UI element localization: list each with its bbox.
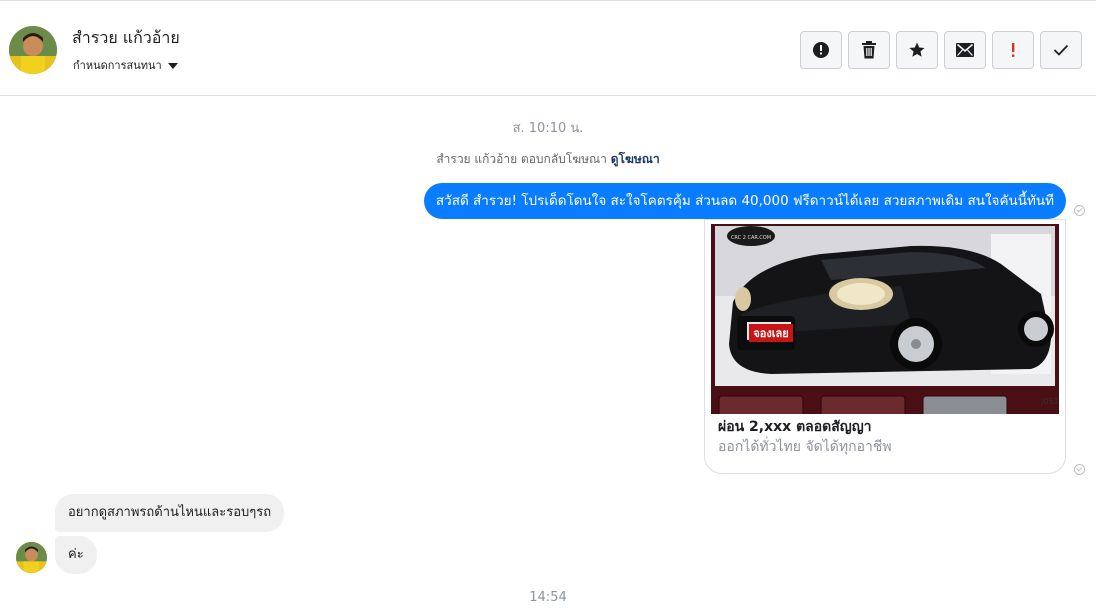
delete-button[interactable]	[848, 31, 890, 69]
caret-down-icon	[167, 62, 178, 69]
contact-avatar[interactable]	[9, 26, 57, 74]
reserve-badge: จองเลย	[753, 327, 788, 340]
report-spam-button[interactable]	[800, 31, 842, 69]
star-button[interactable]	[896, 31, 938, 69]
mark-unread-button[interactable]	[944, 31, 986, 69]
view-ad-link[interactable]: ดูโฆษณา	[611, 152, 660, 166]
outgoing-message-bubble: สวัสดี สำรวย! โปรเด็ดโดนใจ สะใจโคตรคุ้ม …	[423, 183, 1066, 219]
ad-preview-card[interactable]: CRC 2 CAR.COM จองเลย J051 ผ่อน 2,xxx ตลอ…	[704, 219, 1066, 474]
conversation-toolbar	[800, 31, 1082, 69]
follow-up-button[interactable]	[992, 31, 1034, 69]
exclamation-icon	[1012, 43, 1015, 57]
incoming-message-bubble: ค่ะ	[55, 536, 97, 574]
conversation-header: สำรวย แก้วอ้าย กำหนดการสนทนา	[0, 0, 1096, 96]
message-timestamp: 14:54	[529, 590, 567, 605]
assign-label: กำหนดการสนทนา	[73, 59, 162, 72]
envelope-icon	[956, 43, 974, 57]
ad-subtitle: ออกได้ทั่วไทย จัดได้ทุกอาชีพ	[718, 439, 892, 455]
message-timestamp: ส. 10:10 น.	[512, 121, 584, 136]
ad-reply-notice: สำรวย แก้วอ้าย ตอบกลับโฆษณา ดูโฆษณา	[0, 150, 1096, 169]
stock-code: J051	[1040, 397, 1059, 406]
dealer-logo: CRC 2 CAR.COM	[731, 235, 771, 241]
contact-name: สำรวย แก้วอ้าย	[72, 28, 180, 47]
trash-icon	[862, 41, 876, 59]
check-icon	[1053, 44, 1069, 56]
ad-title: ผ่อน 2,xxx ตลอดสัญญา	[718, 419, 872, 435]
delivered-check-icon	[1074, 205, 1085, 216]
delivered-check-icon	[1074, 464, 1085, 475]
incoming-message-bubble: อยากดูสภาพรถด้านไหนและรอบๆรถ	[55, 494, 285, 532]
assign-conversation-dropdown[interactable]: กำหนดการสนทนา	[73, 56, 178, 74]
ad-reply-text: สำรวย แก้วอ้าย ตอบกลับโฆษณา	[436, 152, 607, 166]
car-ad-image: CRC 2 CAR.COM จองเลย J051	[711, 224, 1059, 414]
alert-circle-icon	[813, 42, 829, 58]
mark-done-button[interactable]	[1040, 31, 1082, 69]
contact-avatar-small	[16, 542, 47, 573]
star-icon	[909, 42, 925, 57]
